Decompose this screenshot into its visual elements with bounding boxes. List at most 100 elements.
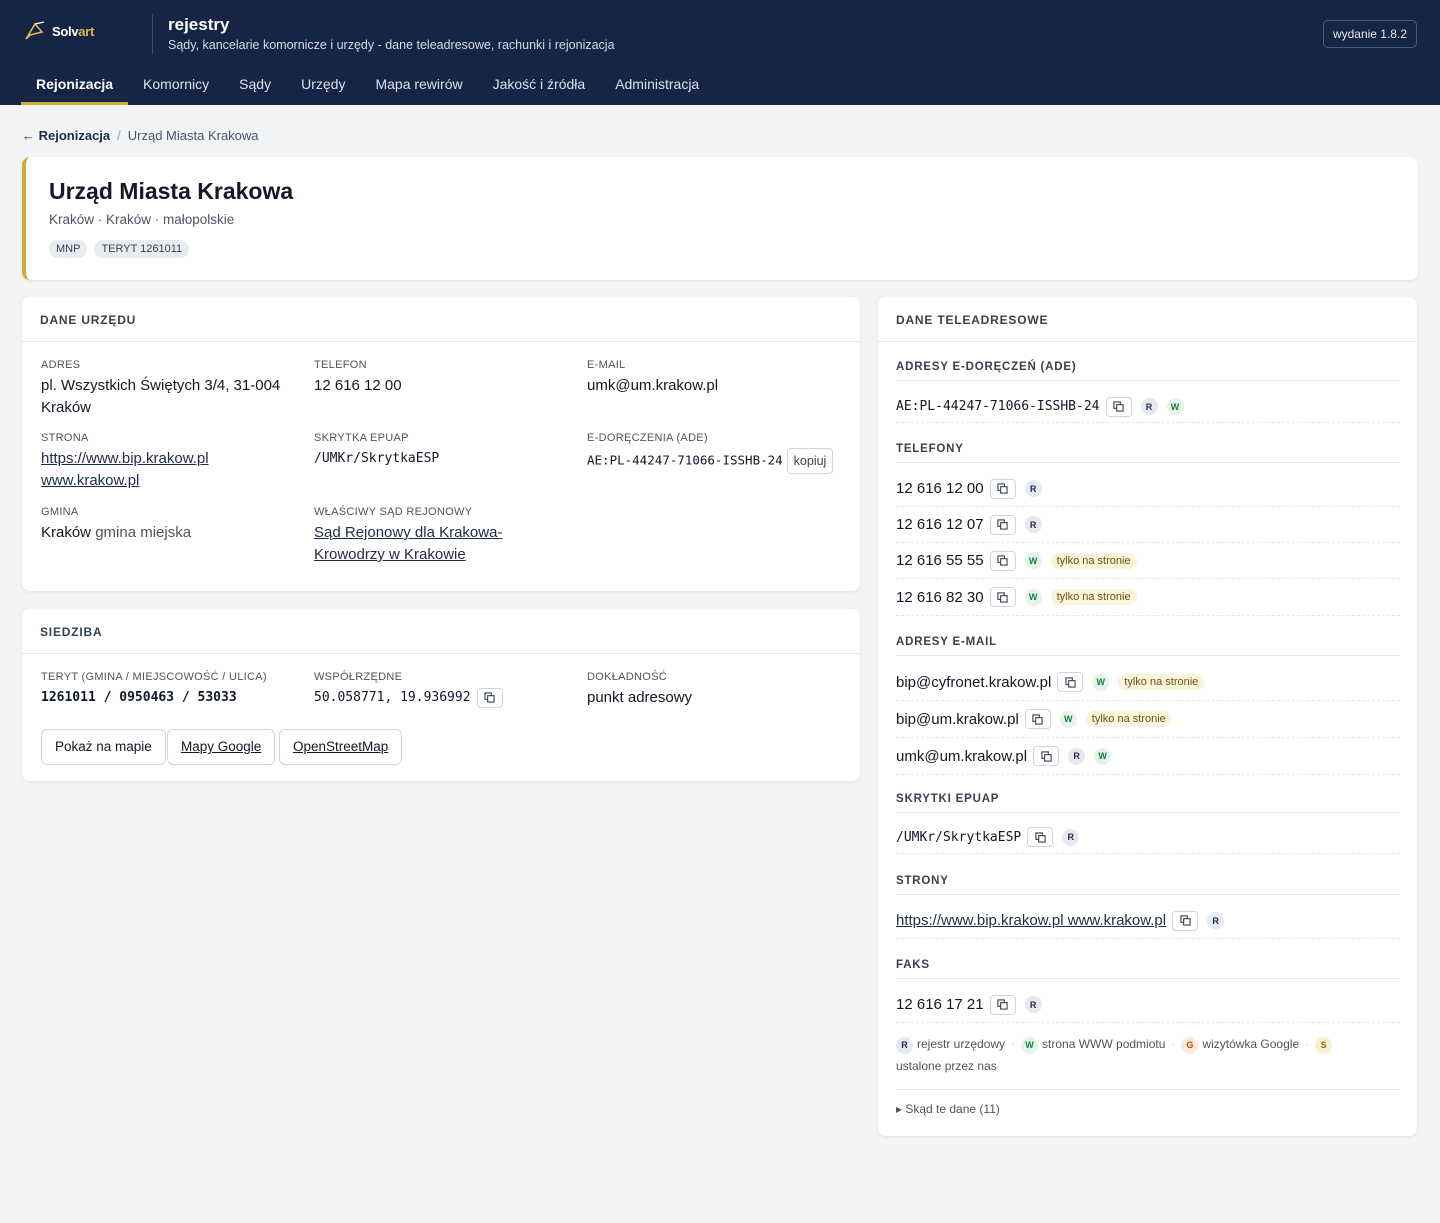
- office-location: Kraków · Kraków · małopolskie: [49, 212, 235, 227]
- copy-coords-button[interactable]: [476, 687, 503, 708]
- office-title-card: Urząd Miasta Krakowa Kraków · Kraków · m…: [22, 157, 1418, 280]
- epuap-value: /UMKr/SkrytkaESP: [314, 451, 440, 466]
- legend-label-s: ustalone przez nas: [896, 1059, 997, 1073]
- openstreetmap-link[interactable]: OpenStreetMap: [279, 729, 403, 765]
- nav-item-jakosc-i-zrodla[interactable]: Jakość i źródła: [478, 64, 601, 105]
- phone-row: 12 616 12 07 R: [896, 507, 1400, 543]
- nav-item-sady[interactable]: Sądy: [224, 64, 286, 105]
- field-label: WSPÓŁRZĘDNE: [314, 671, 403, 683]
- copy-icon: [997, 555, 1008, 566]
- copy-icon: [997, 999, 1008, 1010]
- legend-label-w: strona WWW podmiotu: [1042, 1037, 1166, 1051]
- card-title: DANE TELEADRESOWE: [878, 297, 1417, 342]
- breadcrumb-back-link[interactable]: ← Rejonizacja: [22, 128, 110, 143]
- section-title-emails: ADRESY E-MAIL: [896, 636, 997, 648]
- fax-row: 12 616 17 21 R: [896, 987, 1400, 1023]
- nav-item-urzedy[interactable]: Urzędy: [286, 64, 360, 105]
- logo[interactable]: Solvart: [24, 20, 94, 42]
- legend-badge-s: S: [1315, 1036, 1333, 1054]
- email-row: bip@cyfronet.krakow.pl W tylko na stroni…: [896, 664, 1400, 701]
- field-label: STRONA: [41, 432, 89, 444]
- address-line-2: Kraków: [41, 399, 92, 416]
- phone-value: 12 616 12 00: [314, 377, 402, 394]
- copy-button[interactable]: [1024, 709, 1051, 729]
- copy-button[interactable]: [989, 514, 1016, 535]
- address-field: ADRES pl. Wszystkich Świętych 3/4, 31-00…: [41, 359, 301, 419]
- source-badge-w: W: [1059, 710, 1077, 728]
- copy-button[interactable]: [989, 994, 1016, 1015]
- copy-button[interactable]: [989, 550, 1016, 571]
- copy-button[interactable]: [989, 587, 1016, 607]
- version-badge[interactable]: wydanie 1.8.2: [1322, 20, 1417, 48]
- header-divider: [152, 14, 153, 54]
- divider: [896, 655, 1400, 656]
- source-badge-r: R: [1068, 747, 1086, 765]
- only-site-tag: tylko na stronie: [1085, 711, 1172, 727]
- copy-button[interactable]: [989, 478, 1016, 499]
- nav-item-mapa-rewirow[interactable]: Mapa rewirów: [360, 64, 477, 105]
- google-maps-link[interactable]: Mapy Google: [167, 729, 276, 765]
- email-value: bip@cyfronet.krakow.pl: [896, 673, 1052, 691]
- ade-value: AE:PL-44247-71066-ISSHB-24: [587, 452, 783, 468]
- section-title-websites: STRONY: [896, 875, 949, 887]
- teryt-pill: TERYT 1261011: [94, 240, 190, 258]
- copy-button[interactable]: [1033, 746, 1060, 766]
- source-badge-w: W: [1166, 398, 1184, 415]
- nav-item-rejonizacja[interactable]: Rejonizacja: [21, 64, 129, 105]
- divider: [896, 1089, 1400, 1090]
- source-badge-w: W: [1094, 747, 1112, 765]
- data-sources-toggle[interactable]: ▸ Skąd te dane (11): [896, 1102, 1000, 1116]
- accuracy-value: punkt adresowy: [587, 689, 693, 706]
- card-title: DANE URZĘDU: [22, 297, 860, 342]
- field-label: GMINA: [41, 506, 79, 518]
- copy-button[interactable]: [1027, 827, 1054, 847]
- section-title-phones: TELEFONY: [896, 443, 964, 455]
- copy-ade-button[interactable]: kopiuj: [786, 448, 834, 474]
- teryt-value: 1261011 / 0950463 / 53033: [41, 690, 237, 705]
- show-on-map-button[interactable]: Pokaż na mapie: [41, 729, 166, 765]
- only-site-tag: tylko na stronie: [1118, 674, 1205, 690]
- website-link-bip[interactable]: https://www.bip.krakow.pl: [41, 450, 209, 467]
- office-data-card: DANE URZĘDU ADRES pl. Wszystkich Świętyc…: [22, 297, 860, 591]
- nav-item-komornicy[interactable]: Komornicy: [128, 64, 224, 105]
- email-row: bip@um.krakow.pl W tylko na stronie: [896, 701, 1400, 738]
- email-field: E-MAIL umk@um.krakow.pl: [587, 359, 718, 397]
- phone-value: 12 616 82 30: [896, 588, 984, 606]
- phone-row: 12 616 82 30 W tylko na stronie: [896, 579, 1400, 616]
- address-line-1: pl. Wszystkich Świętych 3/4, 31-004: [41, 377, 281, 394]
- divider: [896, 812, 1400, 813]
- ade-row: AE:PL-44247-71066-ISSHB-24 R W: [896, 391, 1400, 423]
- copy-button[interactable]: [1172, 910, 1199, 931]
- phone-value: 12 616 12 07: [896, 516, 984, 533]
- email-value: umk@um.krakow.pl: [587, 377, 719, 394]
- field-label: WŁAŚCIWY SĄD REJONOWY: [314, 506, 473, 518]
- gmina-field: GMINA Kraków gmina miejska: [41, 506, 191, 544]
- source-badge-r: R: [1062, 828, 1080, 846]
- website-link-main[interactable]: www.krakow.pl: [41, 472, 139, 489]
- only-site-tag: tylko na stronie: [1050, 589, 1137, 605]
- source-badge-r: R: [1140, 398, 1158, 415]
- fax-value: 12 616 17 21: [896, 996, 984, 1013]
- copy-icon: [1113, 401, 1124, 412]
- source-badge-r: R: [1024, 996, 1042, 1013]
- source-badge-w: W: [1092, 673, 1110, 691]
- field-label: E-DORĘCZENIA (ADE): [587, 432, 708, 444]
- copy-button[interactable]: [1105, 396, 1132, 417]
- legend-badge-g: G: [1181, 1036, 1199, 1054]
- nav-item-administracja[interactable]: Administracja: [600, 64, 714, 105]
- court-link-line-2[interactable]: Krowodrzy w Krakowie: [314, 546, 466, 563]
- copy-icon: [997, 519, 1008, 530]
- email-row: umk@um.krakow.pl R W: [896, 738, 1400, 775]
- copy-button[interactable]: [1057, 672, 1084, 692]
- copy-icon: [997, 591, 1008, 603]
- coords-value: 50.058771, 19.936992: [314, 690, 471, 705]
- court-link-line-1[interactable]: Sąd Rejonowy dla Krakowa-: [314, 524, 502, 541]
- website-link[interactable]: https://www.bip.krakow.pl www.krakow.pl: [896, 912, 1166, 929]
- card-title: SIEDZIBA: [22, 609, 860, 654]
- phone-value: 12 616 12 00: [896, 480, 984, 497]
- epuap-value: /UMKr/SkrytkaESP: [896, 829, 1022, 845]
- teryt-field: TERYT (GMINA / MIEJSCOWOŚĆ / ULICA) 1261…: [41, 671, 267, 709]
- accuracy-field: DOKŁADNOŚĆ punkt adresowy: [587, 671, 692, 709]
- contact-data-card: DANE TELEADRESOWE ADRESY E-DORĘCZEŃ (ADE…: [878, 297, 1417, 1136]
- copy-icon: [484, 692, 495, 703]
